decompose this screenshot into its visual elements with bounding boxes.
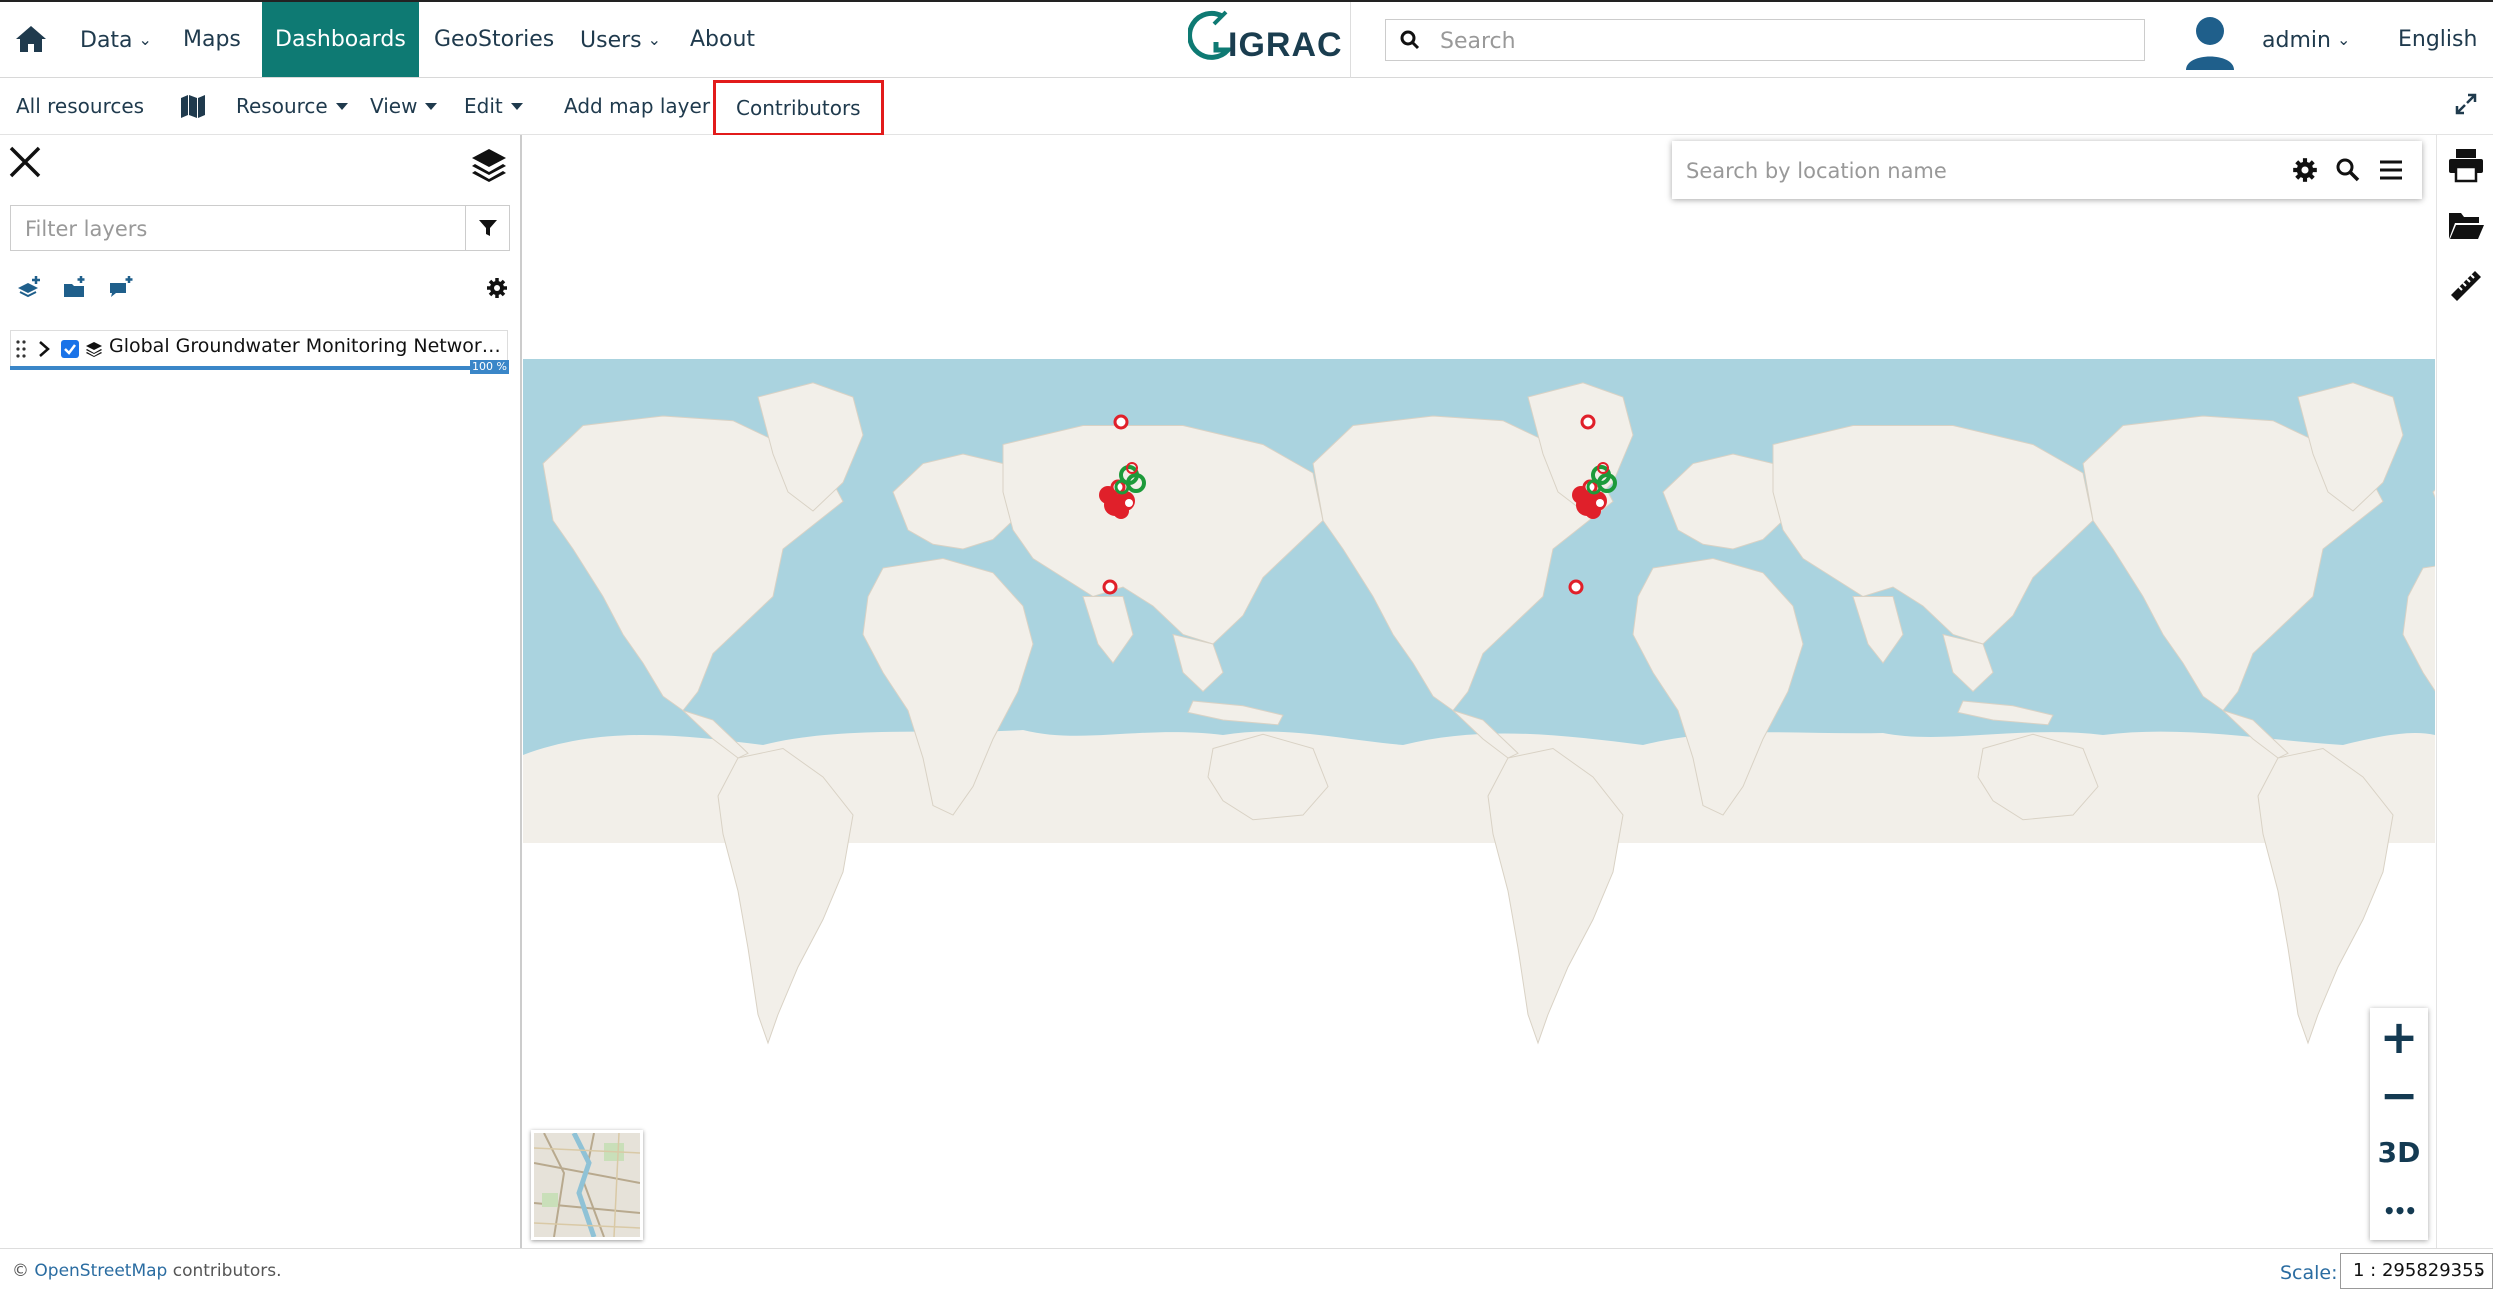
- chevron-right-icon[interactable]: [37, 339, 51, 359]
- map-footer: © OpenStreetMap contributors. Scale: 1 :…: [0, 1248, 2493, 1295]
- layer-name: Global Groundwater Monitoring Network Ti…: [109, 335, 501, 357]
- nav-divider: [1350, 2, 1351, 78]
- top-navigation: Data ⌄ Maps Dashboards GeoStories Users ⌄ …: [0, 0, 2493, 78]
- print-icon[interactable]: [2447, 147, 2485, 183]
- nav-about[interactable]: About: [690, 2, 755, 77]
- zoom-in-button[interactable]: +: [2370, 1008, 2428, 1066]
- station-marker[interactable]: [1102, 579, 1118, 595]
- scale-select[interactable]: 1 : 295829355 ⌄: [2340, 1253, 2493, 1289]
- nav-data[interactable]: Data ⌄: [80, 2, 152, 77]
- gear-icon[interactable]: [486, 277, 508, 299]
- layer-progress-label: 100 %: [470, 360, 509, 374]
- add-map-layer-button[interactable]: Add map layer: [564, 78, 710, 134]
- chevron-down-icon: ⌄: [2474, 1263, 2486, 1279]
- search-icon[interactable]: [2335, 157, 2361, 183]
- basemap-switcher[interactable]: [531, 1130, 643, 1240]
- nav-users[interactable]: Users ⌄: [580, 2, 661, 77]
- nav-maps[interactable]: Maps: [183, 2, 241, 77]
- station-marker[interactable]: [1568, 579, 1584, 595]
- location-search-input[interactable]: [1684, 153, 2248, 189]
- caret-down-icon: [510, 103, 523, 110]
- resource-toolbar: All resources Resource View Edit Add map…: [0, 78, 2493, 136]
- folder-open-icon[interactable]: [2447, 207, 2485, 243]
- 3d-button[interactable]: 3D: [2370, 1124, 2428, 1182]
- view-menu[interactable]: View: [370, 78, 438, 134]
- fullscreen-icon[interactable]: [2455, 93, 2477, 115]
- station-marker[interactable]: [1596, 499, 1604, 507]
- menu-icon[interactable]: [2378, 157, 2404, 183]
- map-icon[interactable]: [180, 94, 206, 118]
- station-marker[interactable]: [1113, 414, 1129, 430]
- chevron-down-icon: ⌄: [2336, 30, 2351, 49]
- station-marker[interactable]: [1580, 414, 1596, 430]
- world-map[interactable]: [523, 135, 2435, 1248]
- ruler-icon[interactable]: [2447, 267, 2485, 303]
- language-selector[interactable]: English: [2398, 2, 2477, 77]
- openstreetmap-link[interactable]: OpenStreetMap: [34, 1261, 167, 1281]
- layers-icon[interactable]: [470, 147, 508, 183]
- filter-layers-box: [10, 205, 510, 251]
- global-search-input[interactable]: [1438, 24, 2132, 58]
- nav-dashboards[interactable]: Dashboards: [262, 2, 419, 77]
- layer-icon: [86, 342, 102, 357]
- add-layer-icon[interactable]: [16, 275, 42, 299]
- station-marker[interactable]: [1125, 499, 1133, 507]
- drag-handle-icon[interactable]: [15, 337, 27, 361]
- close-icon[interactable]: [8, 145, 42, 179]
- avatar[interactable]: [2184, 14, 2236, 70]
- global-search[interactable]: [1385, 19, 2145, 61]
- basemap-thumbnail: [534, 1133, 640, 1237]
- add-annotation-icon[interactable]: [108, 275, 134, 299]
- chevron-down-icon: ⌄: [647, 30, 662, 49]
- layers-panel: Global Groundwater Monitoring Network Ti…: [0, 135, 522, 1248]
- contributors-button[interactable]: Contributors: [713, 80, 884, 136]
- zoom-out-button[interactable]: −: [2370, 1066, 2428, 1124]
- gear-icon[interactable]: [2292, 157, 2318, 183]
- map-viewport[interactable]: [523, 135, 2435, 1248]
- map-tools-sidebar: [2436, 135, 2493, 1248]
- caret-down-icon: [425, 103, 438, 110]
- layer-visibility-checkbox[interactable]: [61, 340, 79, 358]
- funnel-icon: [479, 220, 497, 236]
- filter-layers-input[interactable]: [23, 212, 467, 246]
- user-menu[interactable]: admin ⌄: [2262, 2, 2350, 77]
- filter-button[interactable]: [465, 206, 509, 250]
- location-search-box: [1672, 141, 2422, 199]
- zoom-controls: + − 3D •••: [2370, 1008, 2428, 1240]
- chevron-down-icon: ⌄: [138, 30, 152, 49]
- edit-menu[interactable]: Edit: [464, 78, 523, 134]
- add-group-icon[interactable]: [62, 275, 88, 299]
- caret-down-icon: [335, 103, 348, 110]
- home-icon[interactable]: [14, 24, 48, 54]
- attribution: © OpenStreetMap contributors.: [12, 1261, 282, 1281]
- layer-item[interactable]: Global Groundwater Monitoring Network Ti…: [10, 330, 508, 368]
- nav-geostories[interactable]: GeoStories: [434, 2, 554, 77]
- check-icon: [64, 344, 76, 355]
- more-button[interactable]: •••: [2370, 1182, 2428, 1240]
- search-icon: [1400, 30, 1420, 50]
- resource-menu[interactable]: Resource: [236, 78, 348, 134]
- scale-label: Scale:: [2280, 1262, 2338, 1284]
- igrac-logo[interactable]: IGRAC: [1187, 8, 1348, 72]
- all-resources-link[interactable]: All resources: [16, 78, 144, 134]
- layer-progress-bar: [10, 366, 508, 370]
